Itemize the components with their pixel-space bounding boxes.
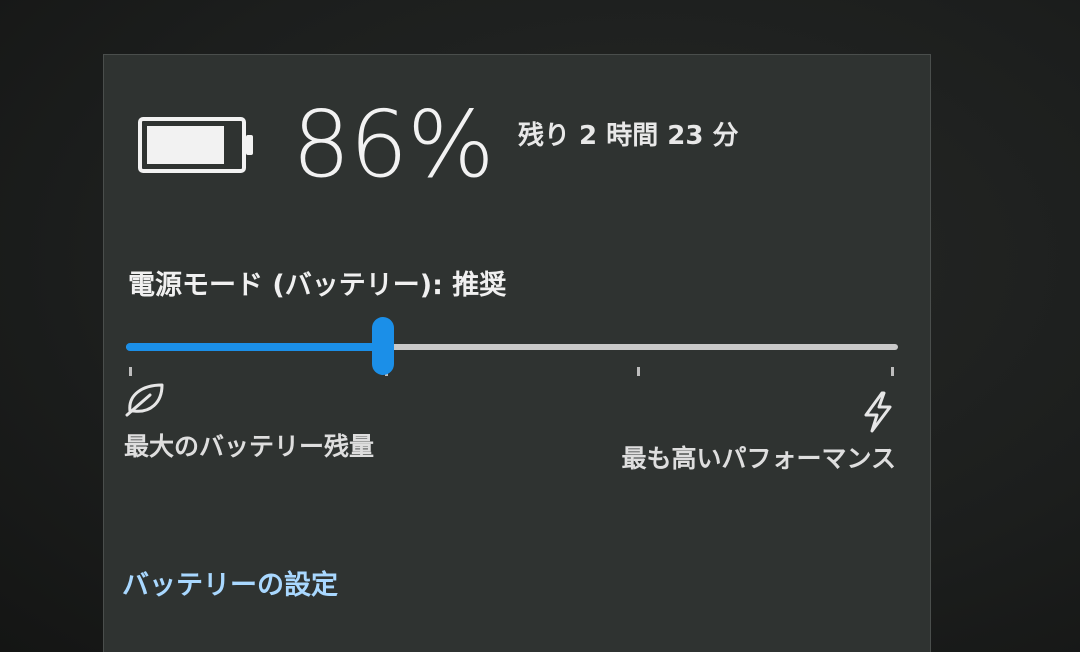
best-performance-caption: 最も高いパフォーマンス — [621, 444, 896, 473]
power-mode-slider[interactable] — [126, 317, 900, 377]
leaf-icon — [124, 381, 168, 417]
battery-icon — [138, 117, 254, 173]
slider-tick-4 — [891, 367, 894, 376]
max-battery-caption: 最大のバッテリー残量 — [124, 432, 375, 461]
battery-settings-link[interactable]: バッテリーの設定 — [122, 563, 338, 602]
lightning-bolt-icon — [860, 391, 896, 433]
battery-time-remaining: 残り 2 時間 23 分 — [518, 121, 739, 151]
slider-tick-3 — [637, 367, 640, 376]
slider-track-fill[interactable] — [126, 343, 384, 351]
battery-flyout: 86% 残り 2 時間 23 分 電源モード (バッテリー): 推奨 最大のバッ… — [103, 54, 931, 652]
slider-tick-1 — [129, 367, 132, 376]
battery-percentage: 86% — [292, 91, 494, 198]
power-mode-label: 電源モード (バッテリー): 推奨 — [128, 270, 507, 301]
slider-thumb[interactable] — [372, 317, 395, 375]
